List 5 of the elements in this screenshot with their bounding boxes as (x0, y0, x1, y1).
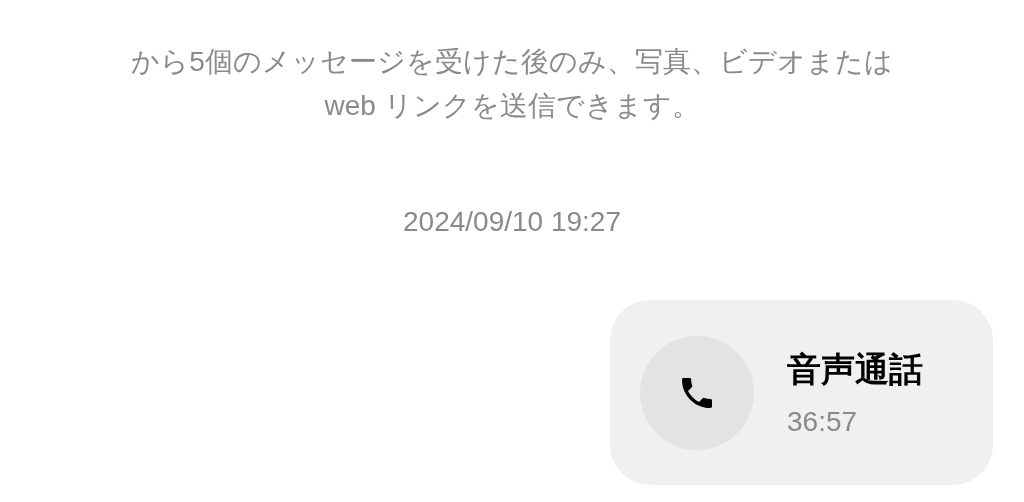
notice-text: から5個のメッセージを受けた後のみ、写真、ビデオまたは web リンクを送信できます。 (130, 45, 894, 123)
call-title: 音声通話 (787, 348, 923, 390)
timestamp: 2024/09/10 19:27 (403, 205, 621, 239)
call-duration: 36:57 (787, 404, 859, 439)
call-bubble[interactable]: 音声通話 36:57 (610, 300, 993, 485)
